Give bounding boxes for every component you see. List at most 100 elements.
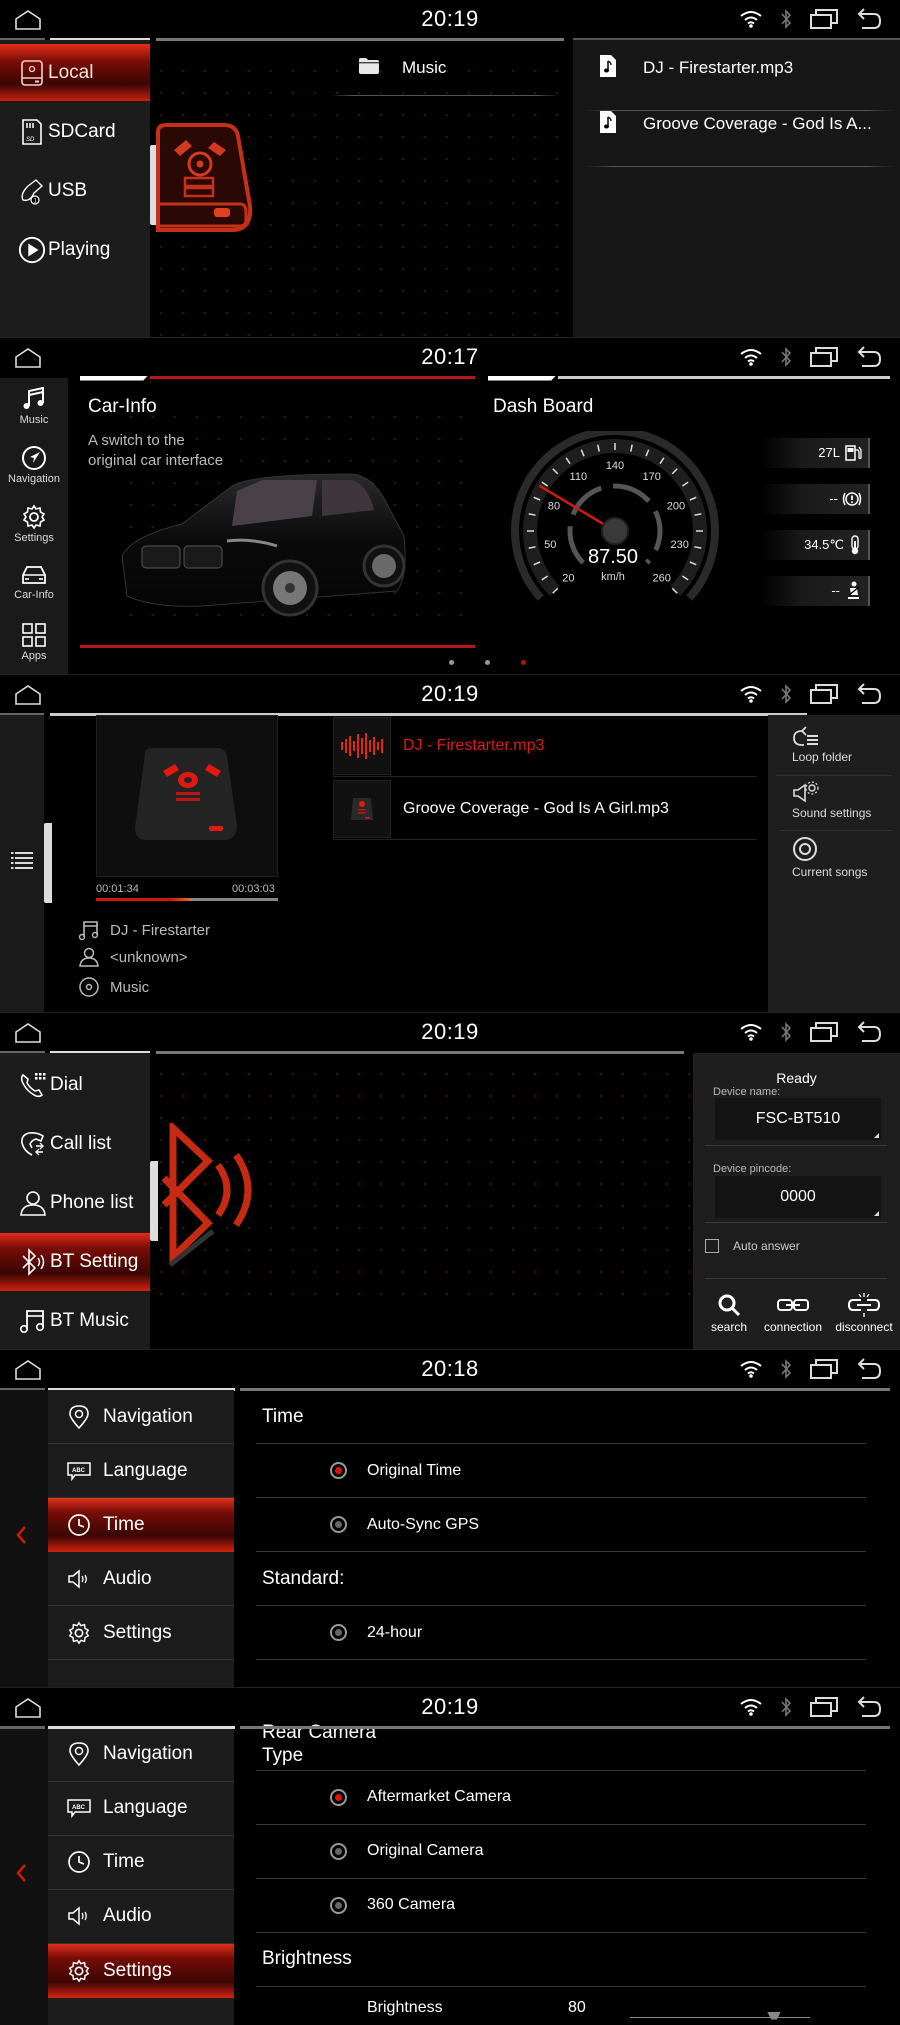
nav-label: Settings — [14, 531, 54, 544]
back-icon[interactable] — [856, 346, 882, 368]
pincode-field[interactable]: 0000 — [715, 1175, 881, 1218]
back-icon[interactable] — [856, 1021, 882, 1043]
nav-label: Car-Info — [14, 588, 54, 601]
back-icon[interactable] — [856, 1696, 882, 1718]
speaker-icon — [66, 1566, 92, 1592]
recent-apps-icon[interactable] — [810, 346, 838, 368]
menu-call-list[interactable]: Call list — [0, 1115, 150, 1173]
brightness-slider[interactable] — [630, 2011, 810, 2020]
language-icon: ABC — [66, 1795, 92, 1821]
chevron-left-icon[interactable] — [15, 1863, 27, 1883]
wifi-icon — [740, 348, 762, 366]
gauge-tick-label: 230 — [671, 538, 689, 550]
nav-settings[interactable]: Settings — [0, 500, 68, 558]
radio-unselected[interactable] — [330, 1842, 347, 1860]
file-item[interactable]: Groove Coverage - God Is A... — [599, 109, 872, 139]
loop-folder-button[interactable]: Loop folder — [768, 725, 900, 781]
nav-music[interactable]: Music — [0, 382, 68, 440]
source-playing[interactable]: Playing — [0, 221, 150, 278]
page-dot[interactable] — [485, 659, 490, 665]
folder-music[interactable]: Music — [358, 55, 446, 81]
connection-button[interactable]: connection — [757, 1293, 829, 1334]
gauge-tick-label: 110 — [570, 471, 588, 483]
playlist-icon[interactable] — [11, 851, 33, 869]
settings-item-language[interactable]: ABC Language — [48, 1782, 234, 1836]
dashboard-card[interactable]: Dash Board 20 50 80 110 140 170 200 230 260 87.5… — [488, 375, 900, 648]
menu-label: Settings — [103, 1959, 172, 1981]
song-item[interactable]: Groove Coverage - God Is A Girl.mp3 — [333, 778, 757, 840]
gauge-tick-label: 170 — [642, 471, 660, 483]
drawer-handle[interactable] — [150, 1160, 158, 1241]
song-item-playing[interactable]: DJ - Firestarter.mp3 — [333, 715, 757, 777]
settings-item-settings[interactable]: Settings — [48, 1606, 234, 1660]
recent-apps-icon[interactable] — [810, 683, 838, 705]
settings-item-time[interactable]: Time — [48, 1836, 234, 1890]
radio-unselected[interactable] — [330, 1896, 347, 1914]
nav-navigation[interactable]: Navigation — [0, 441, 68, 499]
radio-selected[interactable] — [330, 1462, 347, 1479]
file-item[interactable]: DJ - Firestarter.mp3 — [599, 53, 793, 83]
back-icon[interactable] — [856, 683, 882, 705]
settings-item-navigation[interactable]: Navigation — [48, 1728, 234, 1782]
settings-item-settings[interactable]: Settings — [48, 1943, 234, 1998]
nav-apps[interactable]: Apps — [0, 618, 68, 675]
auto-answer-checkbox[interactable] — [705, 1238, 719, 1253]
recent-apps-icon[interactable] — [810, 1696, 838, 1718]
slider-thumb[interactable] — [767, 2011, 781, 2020]
recent-apps-icon[interactable] — [810, 1358, 838, 1380]
file-name: DJ - Firestarter.mp3 — [643, 58, 794, 77]
option-auto-sync-gps[interactable]: Auto-Sync GPS — [256, 1498, 866, 1552]
settings-item-navigation[interactable]: Navigation — [48, 1390, 234, 1444]
disconnect-button[interactable]: disconnect — [829, 1292, 899, 1334]
radio-unselected[interactable] — [330, 1516, 347, 1533]
menu-bt-setting[interactable]: BT Setting — [0, 1232, 150, 1291]
bluetooth-icon — [18, 1247, 48, 1277]
music-note-icon — [23, 386, 44, 409]
status-bar: 20:19 — [0, 1012, 900, 1051]
settings-item-audio[interactable]: Audio — [48, 1890, 234, 1944]
car-info-card[interactable]: Car-Info A switch to the original car in… — [80, 375, 475, 648]
nav-label: Navigation — [8, 472, 60, 485]
settings-item-language[interactable]: ABC Language — [48, 1444, 234, 1498]
settings-item-time[interactable]: Time — [48, 1498, 234, 1552]
page-dot-active[interactable] — [521, 659, 526, 665]
nav-car-info[interactable]: Car-Info — [0, 559, 68, 617]
option-aftermarket-camera[interactable]: Aftermarket Camera — [256, 1771, 866, 1825]
current-songs-button[interactable]: Current songs — [768, 836, 900, 892]
disc-icon — [79, 977, 99, 997]
section-title: Rear Camera — [262, 1721, 377, 1743]
option-original-time[interactable]: Original Time — [256, 1444, 866, 1498]
page-dot[interactable] — [449, 659, 454, 665]
menu-label: Sound settings — [792, 806, 872, 820]
back-icon[interactable] — [856, 8, 882, 30]
option-original-camera[interactable]: Original Camera — [256, 1825, 866, 1879]
menu-label: Navigation — [103, 1405, 193, 1427]
section-heading: Time — [256, 1390, 866, 1444]
option-label: 24-hour — [367, 1623, 423, 1641]
source-local[interactable]: Local — [0, 44, 150, 101]
menu-label: Current songs — [792, 865, 868, 879]
menu-phone-list[interactable]: Phone list — [0, 1174, 150, 1232]
menu-bt-music[interactable]: BT Music — [0, 1292, 150, 1350]
back-icon[interactable] — [856, 1358, 882, 1380]
settings-item-audio[interactable]: Audio — [48, 1552, 234, 1606]
chevron-left-icon[interactable] — [15, 1525, 27, 1545]
source-sdcard[interactable]: SD SDCard — [0, 103, 150, 160]
seek-bar[interactable] — [96, 898, 278, 901]
source-usb[interactable]: 1 USB — [0, 162, 150, 219]
recent-apps-icon[interactable] — [810, 8, 838, 30]
recent-apps-icon[interactable] — [810, 1021, 838, 1043]
link-icon — [777, 1298, 809, 1311]
option-24-hour[interactable]: 24-hour — [256, 1606, 866, 1660]
radio-unselected[interactable] — [330, 1624, 347, 1641]
sound-settings-button[interactable]: Sound settings — [768, 781, 900, 837]
option-label: 360 Camera — [367, 1896, 456, 1913]
device-name-field[interactable]: FSC-BT510 — [715, 1097, 881, 1140]
option-360-camera[interactable]: 360 Camera — [256, 1879, 866, 1933]
menu-dial[interactable]: Dial — [0, 1056, 150, 1114]
radio-selected[interactable] — [330, 1788, 347, 1806]
gauge-tick-label: 80 — [548, 500, 560, 512]
drawer-handle[interactable] — [44, 823, 52, 903]
search-button[interactable]: search — [701, 1293, 757, 1334]
fuel-readout: 27L — [760, 437, 870, 468]
